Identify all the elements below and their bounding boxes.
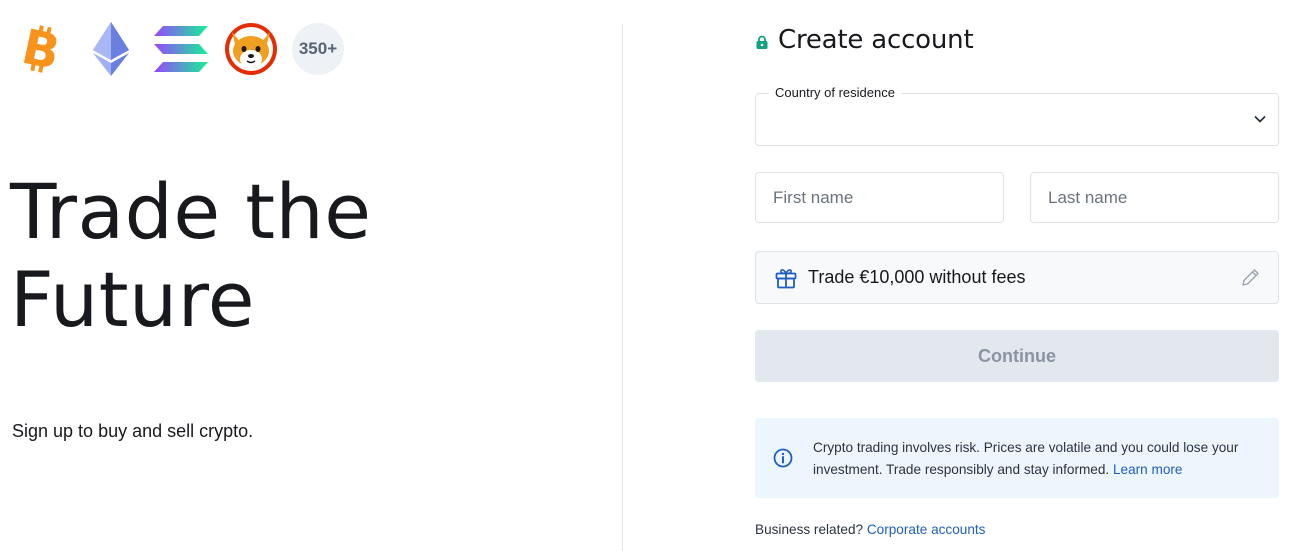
business-text: Business related?	[755, 522, 867, 537]
hero-title: Trade the Future	[10, 168, 610, 344]
hero-subtitle: Sign up to buy and sell crypto.	[12, 421, 254, 441]
gift-icon	[775, 268, 797, 288]
form-title: Create account	[778, 25, 974, 55]
panel-divider	[622, 24, 623, 551]
edit-pencil-icon[interactable]	[1239, 267, 1261, 289]
last-name-input[interactable]	[1030, 172, 1279, 223]
shiba-inu-icon	[224, 22, 278, 76]
corporate-accounts-link[interactable]: Corporate accounts	[867, 522, 986, 537]
country-select[interactable]: Country of residence	[755, 85, 1279, 146]
hero-title-line2: Future	[10, 255, 256, 344]
bitcoin-icon: B	[14, 22, 68, 76]
promo-text: Trade €10,000 without fees	[808, 267, 1026, 287]
hero-title-line1: Trade the	[10, 167, 372, 256]
risk-notice: Crypto trading involves risk. Prices are…	[755, 418, 1279, 498]
hero-panel: B 350+ Trade the Future Sign up to buy a…	[0, 0, 622, 551]
signup-page: B 350+ Trade the Future Sign up to buy a…	[0, 0, 1305, 551]
promo-code-field[interactable]: Trade €10,000 without fees	[755, 251, 1279, 304]
info-icon	[773, 448, 793, 468]
business-prompt: Business related? Corporate accounts	[755, 522, 985, 537]
first-name-input[interactable]	[755, 172, 1004, 223]
lock-icon	[756, 35, 768, 49]
supported-coins-row: B 350+	[14, 22, 344, 76]
ethereum-icon	[84, 22, 138, 76]
risk-notice-text: Crypto trading involves risk. Prices are…	[813, 437, 1263, 481]
chevron-down-icon	[1254, 116, 1266, 123]
more-coins-badge: 350+	[292, 23, 344, 75]
learn-more-link[interactable]: Learn more	[1113, 462, 1183, 477]
continue-button[interactable]: Continue	[755, 330, 1279, 382]
solana-icon	[154, 22, 208, 76]
country-select-label: Country of residence	[769, 85, 901, 100]
form-header: Create account	[755, 25, 974, 55]
